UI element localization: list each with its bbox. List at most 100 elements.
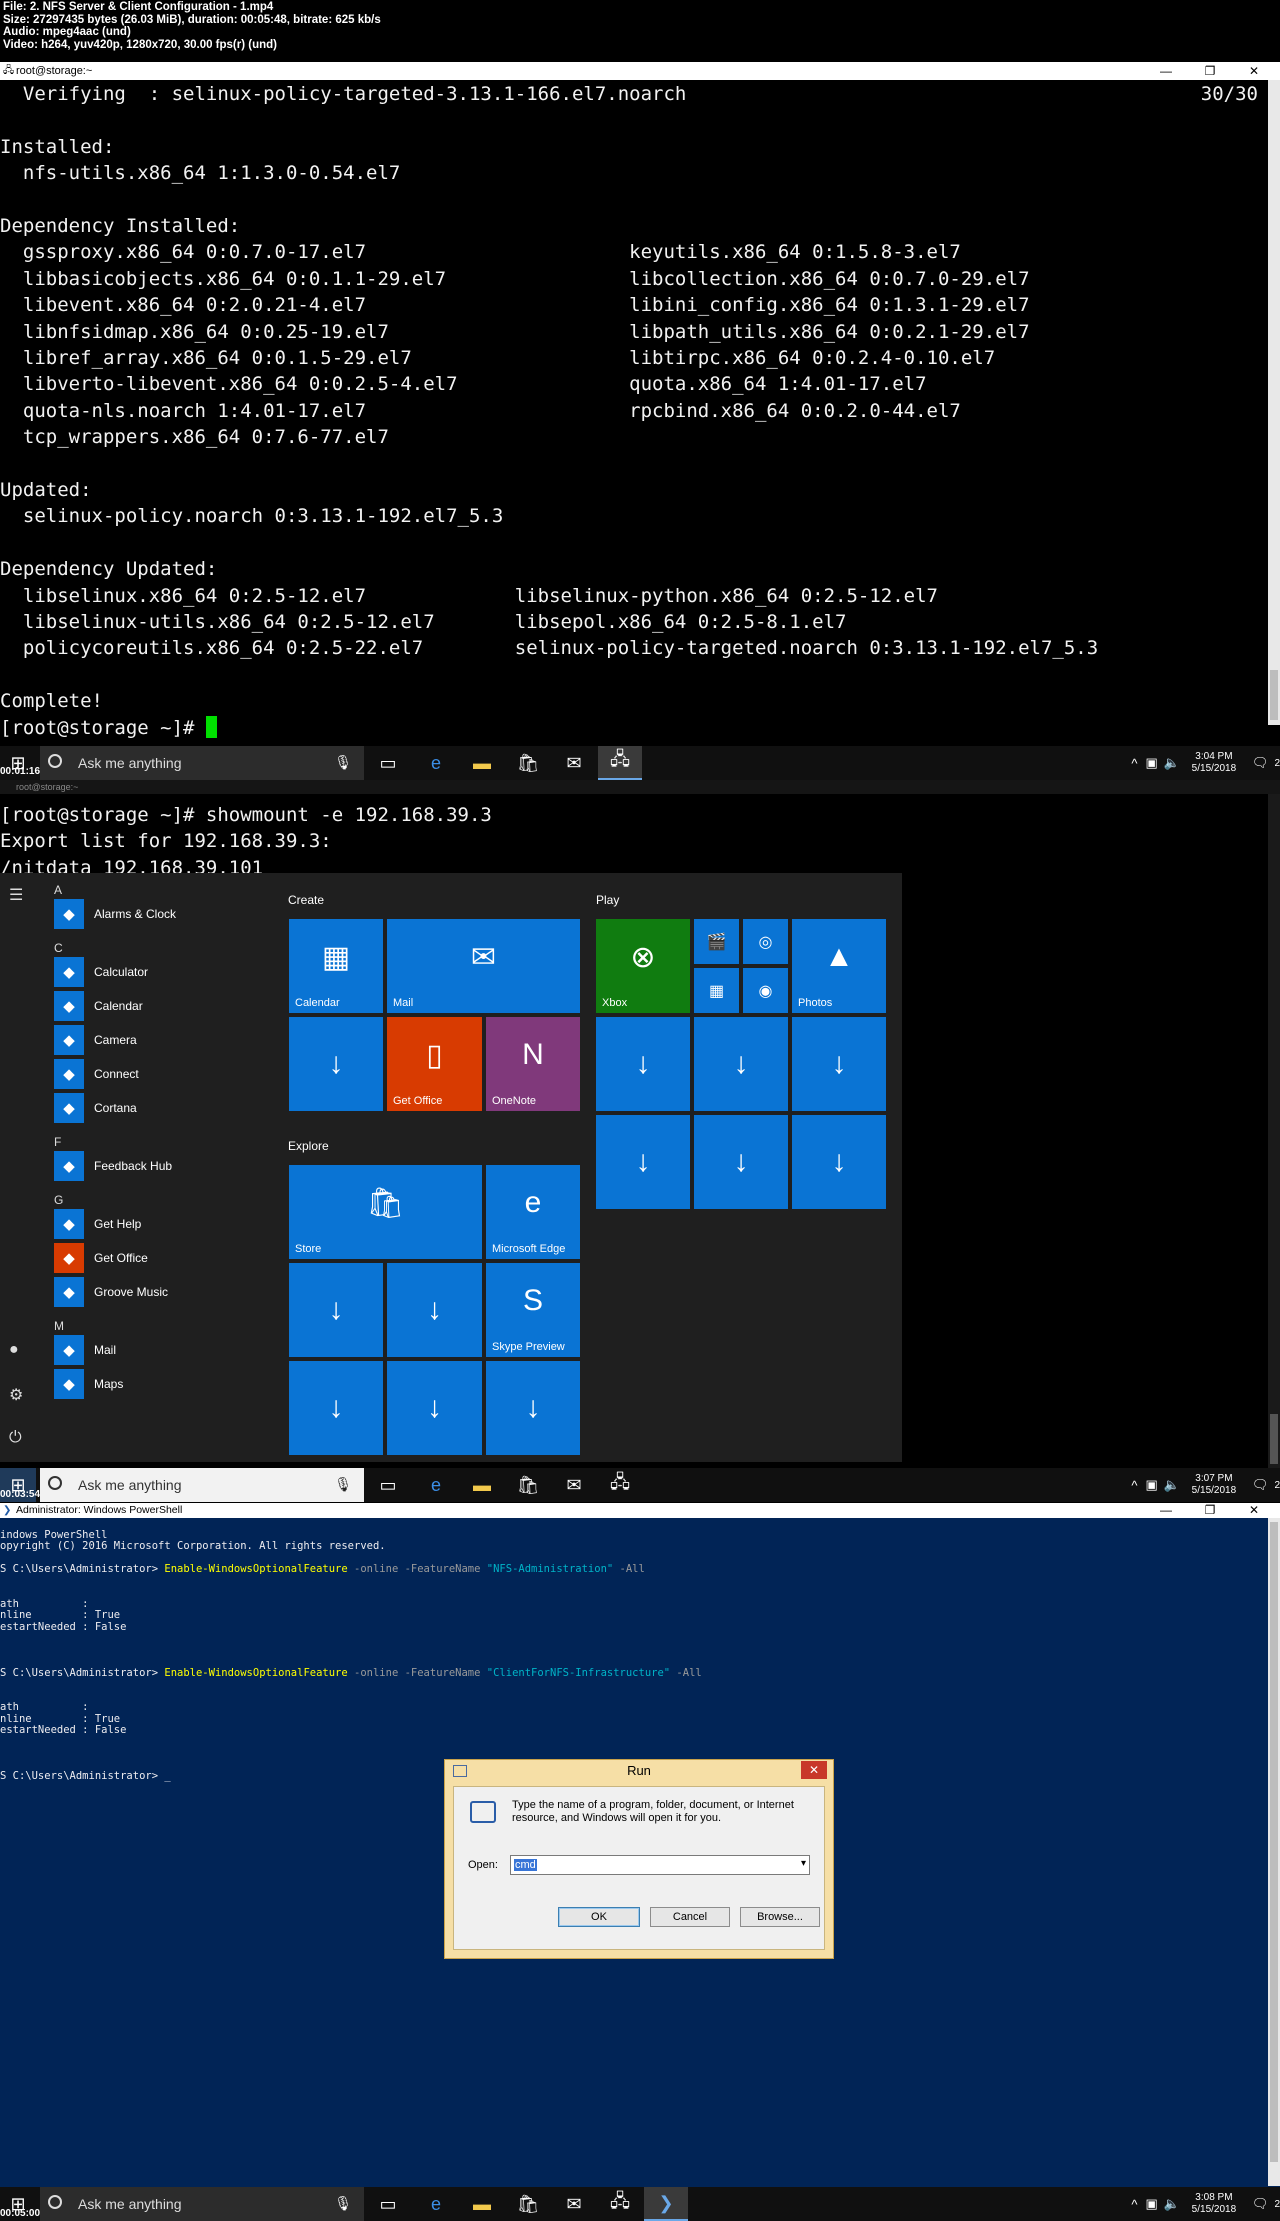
mail-taskbar-icon[interactable]: ✉: [552, 2187, 596, 2221]
tile-download[interactable]: ↓: [387, 1263, 482, 1357]
tile-download[interactable]: ↓: [289, 1361, 383, 1455]
app-list-item[interactable]: ◆ Maps: [54, 1369, 123, 1399]
putty-taskbar-icon[interactable]: 🖧: [598, 746, 642, 780]
cancel-button[interactable]: Cancel: [650, 1907, 730, 1927]
task-view-icon[interactable]: ▭: [366, 2187, 410, 2221]
browse-button[interactable]: Browse...: [740, 1907, 820, 1927]
close-button[interactable]: ✕: [1232, 62, 1276, 80]
tile-download[interactable]: ↓: [792, 1115, 886, 1209]
close-button[interactable]: ✕: [1232, 1503, 1276, 1518]
tile-download[interactable]: ↓: [792, 1017, 886, 1111]
app-list-item[interactable]: ◆ Camera: [54, 1025, 137, 1055]
store-icon[interactable]: 🛍: [506, 2187, 550, 2221]
file-explorer-icon[interactable]: ▬: [460, 746, 504, 780]
run-dialog-titlebar[interactable]: . Run ✕: [445, 1760, 833, 1782]
open-combobox[interactable]: cmd ▾: [510, 1855, 810, 1875]
settings-gear-icon[interactable]: ⚙: [9, 1385, 23, 1405]
scrollbar-thumb[interactable]: [1270, 1414, 1278, 1464]
tile-download[interactable]: ↓: [289, 1263, 383, 1357]
app-list-item[interactable]: ◆ Get Help: [54, 1209, 141, 1239]
tile-download[interactable]: ↓: [694, 1115, 788, 1209]
tile-get-office[interactable]: ▯ Get Office: [387, 1017, 482, 1111]
scrollbar-thumb[interactable]: [1270, 670, 1278, 720]
clock[interactable]: 3:08 PM 5/15/2018: [1184, 2192, 1244, 2216]
tile-download[interactable]: ↓: [289, 1017, 383, 1111]
tile-calculator[interactable]: ▦: [694, 968, 739, 1013]
app-list-item[interactable]: ◆ Connect: [54, 1059, 139, 1089]
action-center-icon[interactable]: 🗨: [1252, 2196, 1269, 2212]
ok-button[interactable]: OK: [558, 1907, 640, 1927]
chevron-up-icon[interactable]: ^: [1131, 756, 1137, 771]
tile-webcam[interactable]: ◉: [743, 968, 788, 1013]
action-center-icon[interactable]: 🗨: [1252, 1477, 1269, 1493]
powershell-scrollbar[interactable]: [1268, 1518, 1280, 2186]
tile-mail[interactable]: ✉ Mail: [387, 919, 580, 1013]
store-icon[interactable]: 🛍: [506, 1468, 550, 1502]
minimize-button[interactable]: —: [1144, 1503, 1188, 1518]
terminal-titlebar[interactable]: root@storage:~: [0, 780, 1280, 794]
close-button[interactable]: ✕: [801, 1761, 827, 1779]
network-icon[interactable]: ▣: [1145, 2196, 1157, 2212]
mail-taskbar-icon[interactable]: ✉: [552, 746, 596, 780]
mail-taskbar-icon[interactable]: ✉: [552, 1468, 596, 1502]
putty-taskbar-icon[interactable]: 🖧: [598, 1468, 642, 1502]
app-list-item[interactable]: ◆ Alarms & Clock: [54, 899, 176, 929]
tile-xbox[interactable]: ⊗ Xbox: [596, 919, 690, 1013]
app-list-item[interactable]: ◆ Mail: [54, 1335, 116, 1365]
tile-download[interactable]: ↓: [694, 1017, 788, 1111]
app-list-item[interactable]: ◆ Get Office: [54, 1243, 148, 1273]
tile-download[interactable]: ↓: [387, 1361, 482, 1455]
terminal-titlebar[interactable]: 🖧 root@storage:~ — ❐ ✕: [0, 62, 1280, 80]
task-view-icon[interactable]: ▭: [366, 746, 410, 780]
app-list-letter-header[interactable]: M: [54, 1319, 64, 1333]
app-list-item[interactable]: ◆ Cortana: [54, 1093, 137, 1123]
tile-edge[interactable]: e Microsoft Edge: [486, 1165, 580, 1259]
action-center-icon[interactable]: 🗨: [1252, 755, 1269, 771]
app-list-letter-header[interactable]: G: [54, 1193, 63, 1207]
network-icon[interactable]: ▣: [1145, 755, 1157, 771]
app-list-letter-header[interactable]: A: [54, 883, 62, 897]
cortana-search-box[interactable]: Ask me anything 🎙: [40, 1468, 364, 1502]
app-list-letter-header[interactable]: F: [54, 1135, 61, 1149]
tile-movies[interactable]: 🎬: [694, 919, 739, 964]
edge-icon[interactable]: e: [414, 2187, 458, 2221]
user-account-icon[interactable]: ●: [9, 1341, 19, 1359]
scrollbar-thumb[interactable]: [1270, 1522, 1278, 2162]
powershell-titlebar[interactable]: ❯ Administrator: Windows PowerShell — ❐ …: [0, 1503, 1280, 1518]
cortana-search-box[interactable]: Ask me anything 🎙: [40, 746, 364, 780]
edge-icon[interactable]: e: [414, 1468, 458, 1502]
volume-icon[interactable]: 🔈: [1164, 2196, 1180, 2212]
tile-download[interactable]: ↓: [486, 1361, 580, 1455]
cortana-search-box[interactable]: Ask me anything 🎙: [40, 2187, 364, 2221]
putty-taskbar-icon[interactable]: 🖧: [598, 2187, 642, 2221]
powershell-taskbar-icon[interactable]: ❯: [644, 2187, 688, 2221]
restore-button[interactable]: ❐: [1188, 1503, 1232, 1518]
chevron-up-icon[interactable]: ^: [1131, 2197, 1137, 2212]
tile-download[interactable]: ↓: [596, 1115, 690, 1209]
app-list-item[interactable]: ◆ Calendar: [54, 991, 143, 1021]
power-icon[interactable]: ⏻: [9, 1429, 22, 1447]
hamburger-menu-icon[interactable]: ☰: [9, 885, 23, 905]
tile-photos[interactable]: ▲ Photos: [792, 919, 886, 1013]
terminal-scrollbar[interactable]: [1268, 80, 1280, 725]
edge-icon[interactable]: e: [414, 746, 458, 780]
tile-groove[interactable]: ◎: [743, 919, 788, 964]
store-icon[interactable]: 🛍: [506, 746, 550, 780]
terminal-scrollbar[interactable]: [1268, 794, 1280, 1474]
volume-icon[interactable]: 🔈: [1164, 1477, 1180, 1493]
volume-icon[interactable]: 🔈: [1164, 755, 1180, 771]
restore-button[interactable]: ❐: [1188, 62, 1232, 80]
app-list-item[interactable]: ◆ Groove Music: [54, 1277, 168, 1307]
app-list-item[interactable]: ◆ Calculator: [54, 957, 148, 987]
minimize-button[interactable]: —: [1144, 62, 1188, 80]
task-view-icon[interactable]: ▭: [366, 1468, 410, 1502]
tile-skype[interactable]: S Skype Preview: [486, 1263, 580, 1357]
tile-onenote[interactable]: N OneNote: [486, 1017, 580, 1111]
clock[interactable]: 3:04 PM 5/15/2018: [1184, 751, 1244, 775]
clock[interactable]: 3:07 PM 5/15/2018: [1184, 1473, 1244, 1497]
chevron-up-icon[interactable]: ^: [1131, 1478, 1137, 1493]
app-list-letter-header[interactable]: C: [54, 941, 63, 955]
file-explorer-icon[interactable]: ▬: [460, 2187, 504, 2221]
network-icon[interactable]: ▣: [1145, 1477, 1157, 1493]
tile-download[interactable]: ↓: [596, 1017, 690, 1111]
